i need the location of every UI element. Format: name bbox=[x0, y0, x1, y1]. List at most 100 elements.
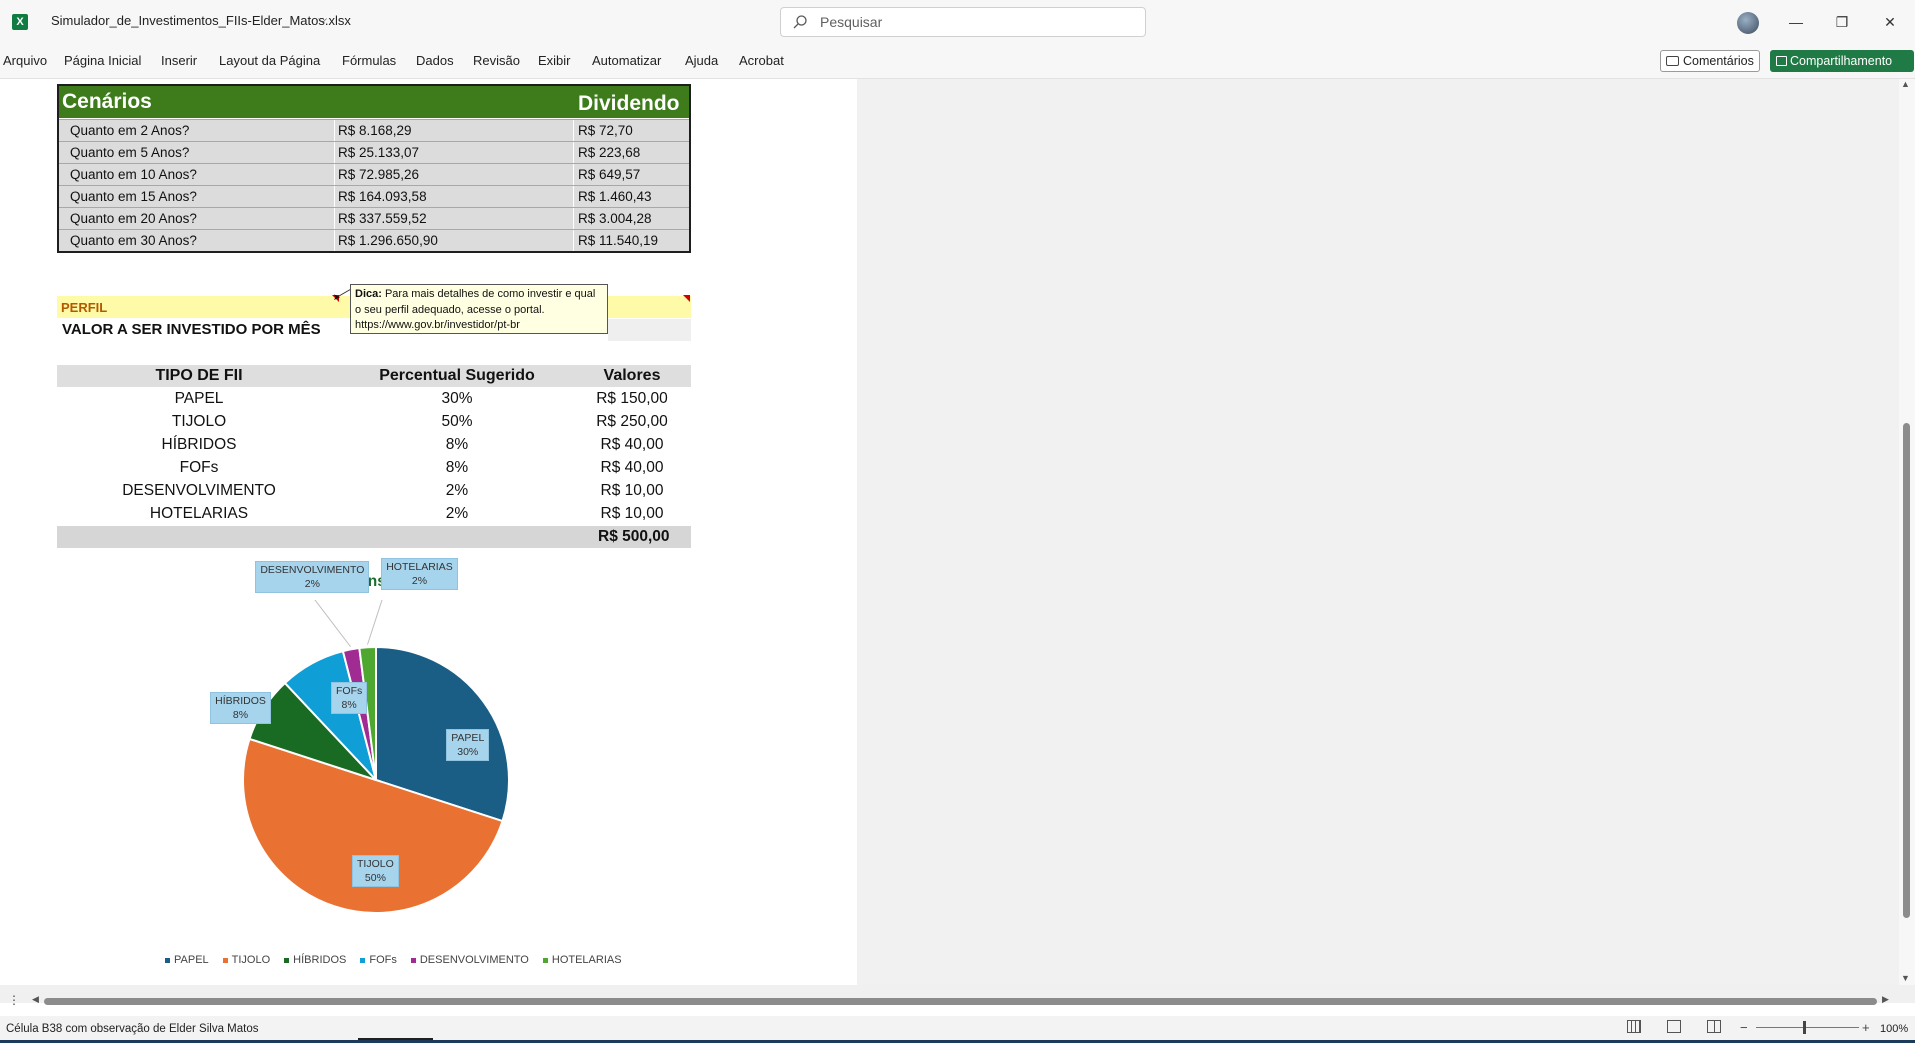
menu-exibir[interactable]: Exibir bbox=[538, 53, 571, 68]
legend-item[interactable]: PAPEL bbox=[165, 954, 209, 966]
scenario-row[interactable]: Quanto em 15 Anos? R$ 164.093,58 R$ 1.460,… bbox=[59, 185, 689, 207]
avatar[interactable] bbox=[1737, 12, 1759, 34]
menu-ajuda[interactable]: Ajuda bbox=[685, 53, 718, 68]
fii-percent[interactable]: 2% bbox=[446, 505, 468, 523]
scenario-row[interactable]: Quanto em 20 Anos? R$ 337.559,52 R$ 3.004,… bbox=[59, 207, 689, 229]
fii-type[interactable]: DESENVOLVIMENTO bbox=[122, 482, 276, 500]
scenario-value[interactable]: R$ 164.093,58 bbox=[338, 189, 427, 204]
scroll-left-icon[interactable]: ◀ bbox=[32, 994, 39, 1005]
zoom-slider[interactable] bbox=[1756, 1027, 1859, 1028]
menu-inserir[interactable]: Inserir bbox=[161, 53, 197, 68]
outside-print-area[interactable] bbox=[857, 79, 1899, 985]
scenario-row[interactable]: Quanto em 2 Anos? R$ 8.168,29 R$ 72,70 bbox=[59, 119, 689, 141]
share-button[interactable]: Compartilhamento bbox=[1770, 50, 1914, 72]
pie-data-label[interactable]: DESENVOLVIMENTO 2% bbox=[255, 560, 370, 593]
perfil-label[interactable]: PERFIL bbox=[61, 300, 107, 315]
zoom-slider-thumb[interactable] bbox=[1803, 1021, 1806, 1034]
menu-pagina-inicial[interactable]: Página Inicial bbox=[64, 53, 141, 68]
allocation-row[interactable]: DESENVOLVIMENTO 2% R$ 10,00 bbox=[57, 480, 691, 503]
fii-value[interactable]: R$ 40,00 bbox=[601, 459, 664, 477]
scenario-dividend[interactable]: R$ 223,68 bbox=[578, 145, 640, 160]
valor-input-cell[interactable] bbox=[608, 319, 691, 341]
fii-percent[interactable]: 50% bbox=[441, 413, 472, 431]
pie-data-label[interactable]: TIJOLO 50% bbox=[352, 855, 399, 888]
scenario-dividend[interactable]: R$ 11.540,19 bbox=[578, 233, 658, 248]
zoom-in-icon[interactable]: + bbox=[1862, 1020, 1870, 1035]
allocation-row[interactable]: HÍBRIDOS 8% R$ 40,00 bbox=[57, 434, 691, 457]
fii-type[interactable]: HÍBRIDOS bbox=[162, 436, 237, 454]
valor-label[interactable]: VALOR A SER INVESTIDO POR MÊS bbox=[62, 321, 321, 338]
legend-item[interactable]: DESENVOLVIMENTO bbox=[410, 954, 529, 966]
fii-type[interactable]: TIJOLO bbox=[172, 413, 226, 431]
scenario-label[interactable]: Quanto em 5 Anos? bbox=[70, 145, 189, 160]
fii-type[interactable]: HOTELARIAS bbox=[150, 505, 248, 523]
scenario-row[interactable]: Quanto em 10 Anos? R$ 72.985,26 R$ 649,57 bbox=[59, 163, 689, 185]
scroll-down-icon[interactable]: ▼ bbox=[1901, 973, 1910, 983]
more-options-icon[interactable]: ⋮ bbox=[8, 993, 20, 1007]
close-icon[interactable]: ✕ bbox=[1870, 10, 1910, 34]
legend-item[interactable]: FOFs bbox=[360, 954, 397, 966]
fii-type[interactable]: FOFs bbox=[180, 459, 219, 477]
search-placeholder[interactable]: Pesquisar bbox=[820, 14, 882, 30]
vertical-scroll-thumb[interactable] bbox=[1903, 423, 1910, 918]
page-break-view-icon[interactable] bbox=[1707, 1020, 1721, 1033]
pie-data-label[interactable]: PAPEL 30% bbox=[446, 728, 490, 761]
menu-acrobat[interactable]: Acrobat bbox=[739, 53, 784, 68]
fii-value[interactable]: R$ 250,00 bbox=[596, 413, 668, 431]
scenario-dividend[interactable]: R$ 72,70 bbox=[578, 123, 633, 138]
scenario-value[interactable]: R$ 1.296.650,90 bbox=[338, 233, 438, 248]
scenario-dividend[interactable]: R$ 3.004,28 bbox=[578, 211, 652, 226]
menu-arquivo[interactable]: Arquivo bbox=[3, 53, 47, 68]
horizontal-scroll-thumb[interactable] bbox=[44, 998, 1877, 1005]
scenario-value[interactable]: R$ 72.985,26 bbox=[338, 167, 419, 182]
fii-type[interactable]: PAPEL bbox=[175, 390, 224, 408]
scenario-value[interactable]: R$ 25.133,07 bbox=[338, 145, 419, 160]
chevron-down-icon[interactable]: ⌵ bbox=[318, 12, 327, 27]
scenario-label[interactable]: Quanto em 10 Anos? bbox=[70, 167, 197, 182]
scroll-right-icon[interactable]: ▶ bbox=[1882, 994, 1889, 1005]
menu-revisao[interactable]: Revisão bbox=[473, 53, 520, 68]
fii-value[interactable]: R$ 150,00 bbox=[596, 390, 668, 408]
scenario-dividend[interactable]: R$ 649,57 bbox=[578, 167, 640, 182]
zoom-level[interactable]: 100% bbox=[1880, 1023, 1908, 1035]
menu-dados[interactable]: Dados bbox=[416, 53, 454, 68]
pie-data-label[interactable]: FOFs 8% bbox=[331, 682, 368, 715]
minimize-icon[interactable]: — bbox=[1776, 10, 1816, 34]
fii-value[interactable]: R$ 10,00 bbox=[601, 482, 664, 500]
pie-chart[interactable] bbox=[140, 600, 540, 930]
allocation-total-value[interactable]: R$ 500,00 bbox=[598, 528, 670, 546]
allocation-row[interactable]: TIJOLO 50% R$ 250,00 bbox=[57, 411, 691, 434]
dividend-header-label[interactable]: Dividendo bbox=[578, 92, 680, 116]
scenario-dividend[interactable]: R$ 1.460,43 bbox=[578, 189, 652, 204]
scenario-label[interactable]: Quanto em 2 Anos? bbox=[70, 123, 189, 138]
allocation-total-row[interactable] bbox=[57, 526, 691, 548]
fii-value[interactable]: R$ 10,00 bbox=[601, 505, 664, 523]
restore-icon[interactable]: ❐ bbox=[1822, 10, 1862, 34]
page-layout-view-icon[interactable] bbox=[1667, 1020, 1681, 1033]
chart-legend[interactable]: PAPEL TIJOLO HÍBRIDOS FOFs DESENVOLVIMENTO HO… bbox=[165, 954, 636, 966]
allocation-row[interactable]: HOTELARIAS 2% R$ 10,00 bbox=[57, 503, 691, 526]
legend-item[interactable]: HOTELARIAS bbox=[542, 954, 622, 966]
scenario-value[interactable]: R$ 8.168,29 bbox=[338, 123, 412, 138]
zoom-out-icon[interactable]: − bbox=[1740, 1020, 1748, 1035]
scenario-row[interactable]: Quanto em 5 Anos? R$ 25.133,07 R$ 223,68 bbox=[59, 141, 689, 163]
pie-data-label[interactable]: HÍBRIDOS 8% bbox=[210, 691, 271, 724]
scenario-value[interactable]: R$ 337.559,52 bbox=[338, 211, 427, 226]
legend-item[interactable]: HÍBRIDOS bbox=[284, 954, 346, 966]
scenario-label[interactable]: Quanto em 30 Anos? bbox=[70, 233, 197, 248]
fii-value[interactable]: R$ 40,00 bbox=[601, 436, 664, 454]
fii-percent[interactable]: 8% bbox=[446, 436, 468, 454]
comment-indicator-icon[interactable] bbox=[683, 295, 690, 302]
normal-view-icon[interactable] bbox=[1627, 1020, 1641, 1033]
allocation-row[interactable]: PAPEL 30% R$ 150,00 bbox=[57, 388, 691, 411]
scroll-up-icon[interactable]: ▲ bbox=[1901, 79, 1910, 89]
scenario-label[interactable]: Quanto em 15 Anos? bbox=[70, 189, 197, 204]
fii-percent[interactable]: 8% bbox=[446, 459, 468, 477]
fii-percent[interactable]: 2% bbox=[446, 482, 468, 500]
pie-data-label[interactable]: HOTELARIAS 2% bbox=[381, 557, 458, 590]
menu-layout-da-pagina[interactable]: Layout da Página bbox=[219, 53, 320, 68]
allocation-row[interactable]: FOFs 8% R$ 40,00 bbox=[57, 457, 691, 480]
file-title[interactable]: Simulador_de_Investimentos_FIIs-Elder_Ma… bbox=[51, 13, 351, 28]
menu-formulas[interactable]: Fórmulas bbox=[342, 53, 396, 68]
scenarios-header-label[interactable]: Cenários bbox=[62, 90, 152, 114]
